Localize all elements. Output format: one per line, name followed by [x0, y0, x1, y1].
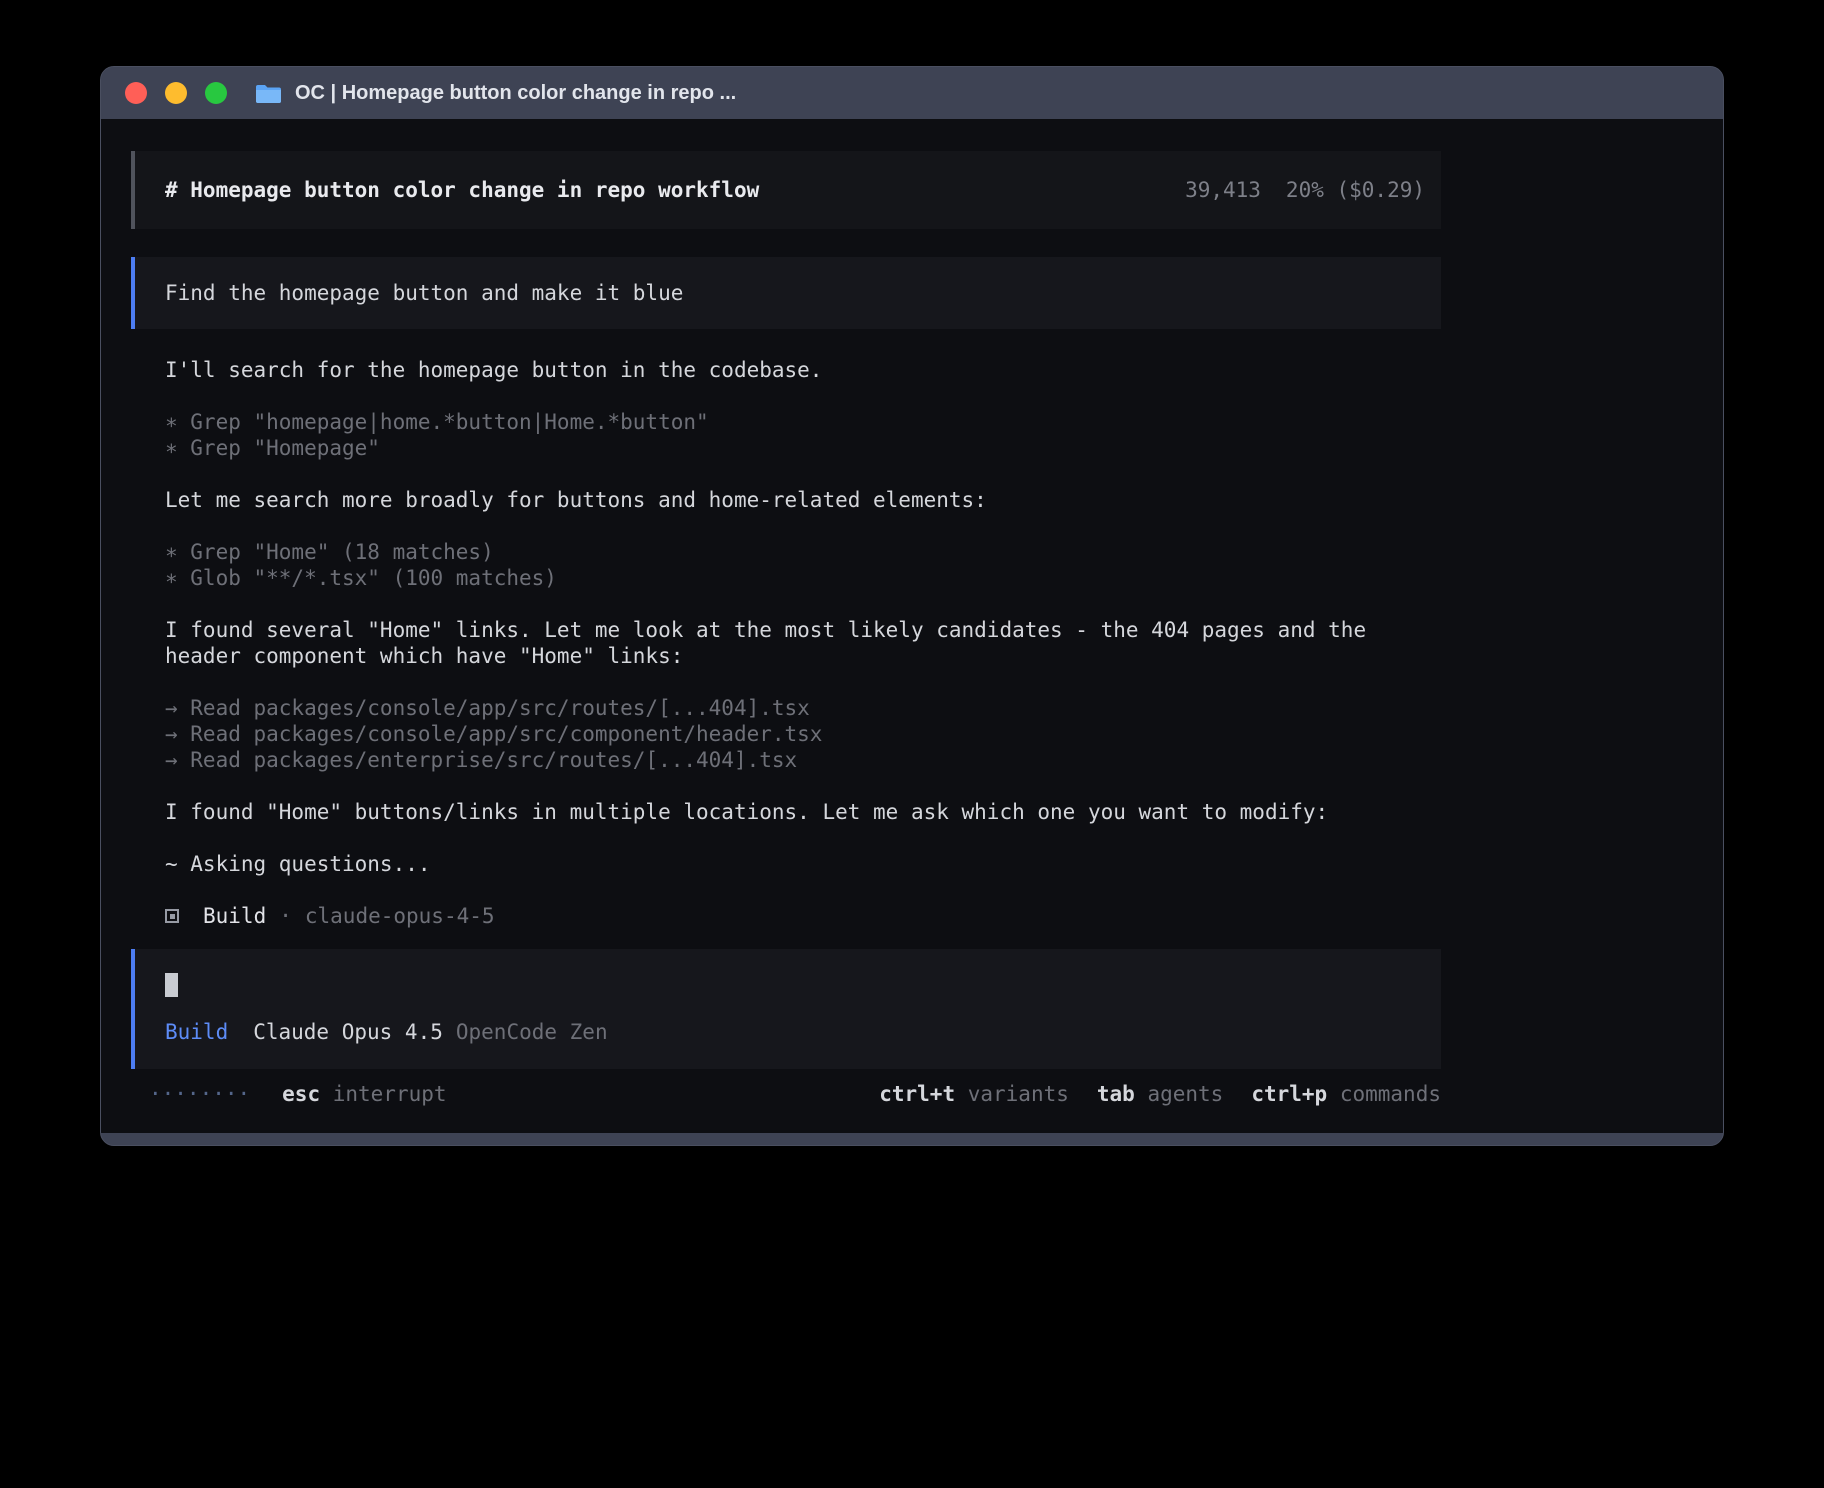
context-usage: 20% ($0.29) — [1286, 177, 1425, 203]
agent-separator: · — [279, 903, 292, 929]
model-name: Claude Opus 4.5 — [253, 1019, 443, 1045]
tool-call-read: → Read packages/console/app/src/componen… — [165, 721, 1441, 747]
titlebar[interactable]: OC | Homepage button color change in rep… — [101, 67, 1723, 119]
hint-agents: tab agents — [1097, 1081, 1223, 1107]
tool-call-grep: ∗ Grep "homepage|home.*button|Home.*butt… — [165, 409, 1441, 435]
session-header: # Homepage button color change in repo w… — [131, 151, 1441, 229]
tool-call-read: → Read packages/enterprise/src/routes/[.… — [165, 747, 1441, 773]
status-footer: ········ esc interrupt ctrl+t variants t… — [131, 1081, 1441, 1107]
terminal-content: # Homepage button color change in repo w… — [101, 119, 1723, 1133]
user-message: Find the homepage button and make it blu… — [131, 257, 1441, 329]
progress-dots: ········ — [149, 1081, 250, 1107]
assistant-paragraph: I'll search for the homepage button in t… — [165, 357, 1441, 383]
hint-commands: ctrl+p commands — [1251, 1081, 1441, 1107]
assistant-response: I'll search for the homepage button in t… — [131, 357, 1441, 929]
provider-name: OpenCode Zen — [456, 1019, 608, 1045]
tool-call-glob: ∗ Glob "**/*.tsx" (100 matches) — [165, 565, 1441, 591]
input-status-bar: Build Claude Opus 4.5 OpenCode Zen — [165, 1019, 1441, 1045]
close-button[interactable] — [125, 82, 147, 104]
session-stats: 39,413 20% ($0.29) — [1185, 177, 1425, 203]
assistant-paragraph: I found several "Home" links. Let me loo… — [165, 617, 1405, 669]
token-count: 39,413 — [1185, 177, 1261, 203]
terminal-window: OC | Homepage button color change in rep… — [100, 66, 1724, 1146]
assistant-paragraph: I found "Home" buttons/links in multiple… — [165, 799, 1441, 825]
tool-call-read: → Read packages/console/app/src/routes/[… — [165, 695, 1441, 721]
assistant-paragraph: Let me search more broadly for buttons a… — [165, 487, 1441, 513]
hint-interrupt: esc interrupt — [282, 1081, 446, 1107]
status-line: ~ Asking questions... — [165, 851, 1441, 877]
tool-call-grep: ∗ Grep "Homepage" — [165, 435, 1441, 461]
prompt-input[interactable]: Build Claude Opus 4.5 OpenCode Zen — [131, 949, 1441, 1069]
user-message-text: Find the homepage button and make it blu… — [165, 280, 683, 306]
traffic-lights — [125, 82, 227, 104]
hint-variants: ctrl+t variants — [879, 1081, 1069, 1107]
session-title: # Homepage button color change in repo w… — [165, 177, 759, 203]
zoom-button[interactable] — [205, 82, 227, 104]
agent-status-line: Build · claude-opus-4-5 — [165, 903, 1441, 929]
agent-icon — [165, 909, 179, 923]
agent-model: claude-opus-4-5 — [305, 903, 495, 929]
window-title: OC | Homepage button color change in rep… — [295, 82, 736, 105]
agent-mode: Build — [165, 1019, 228, 1045]
agent-name: Build — [203, 903, 266, 929]
text-cursor — [165, 973, 178, 997]
minimize-button[interactable] — [165, 82, 187, 104]
folder-icon — [255, 83, 282, 104]
tool-call-grep: ∗ Grep "Home" (18 matches) — [165, 539, 1441, 565]
